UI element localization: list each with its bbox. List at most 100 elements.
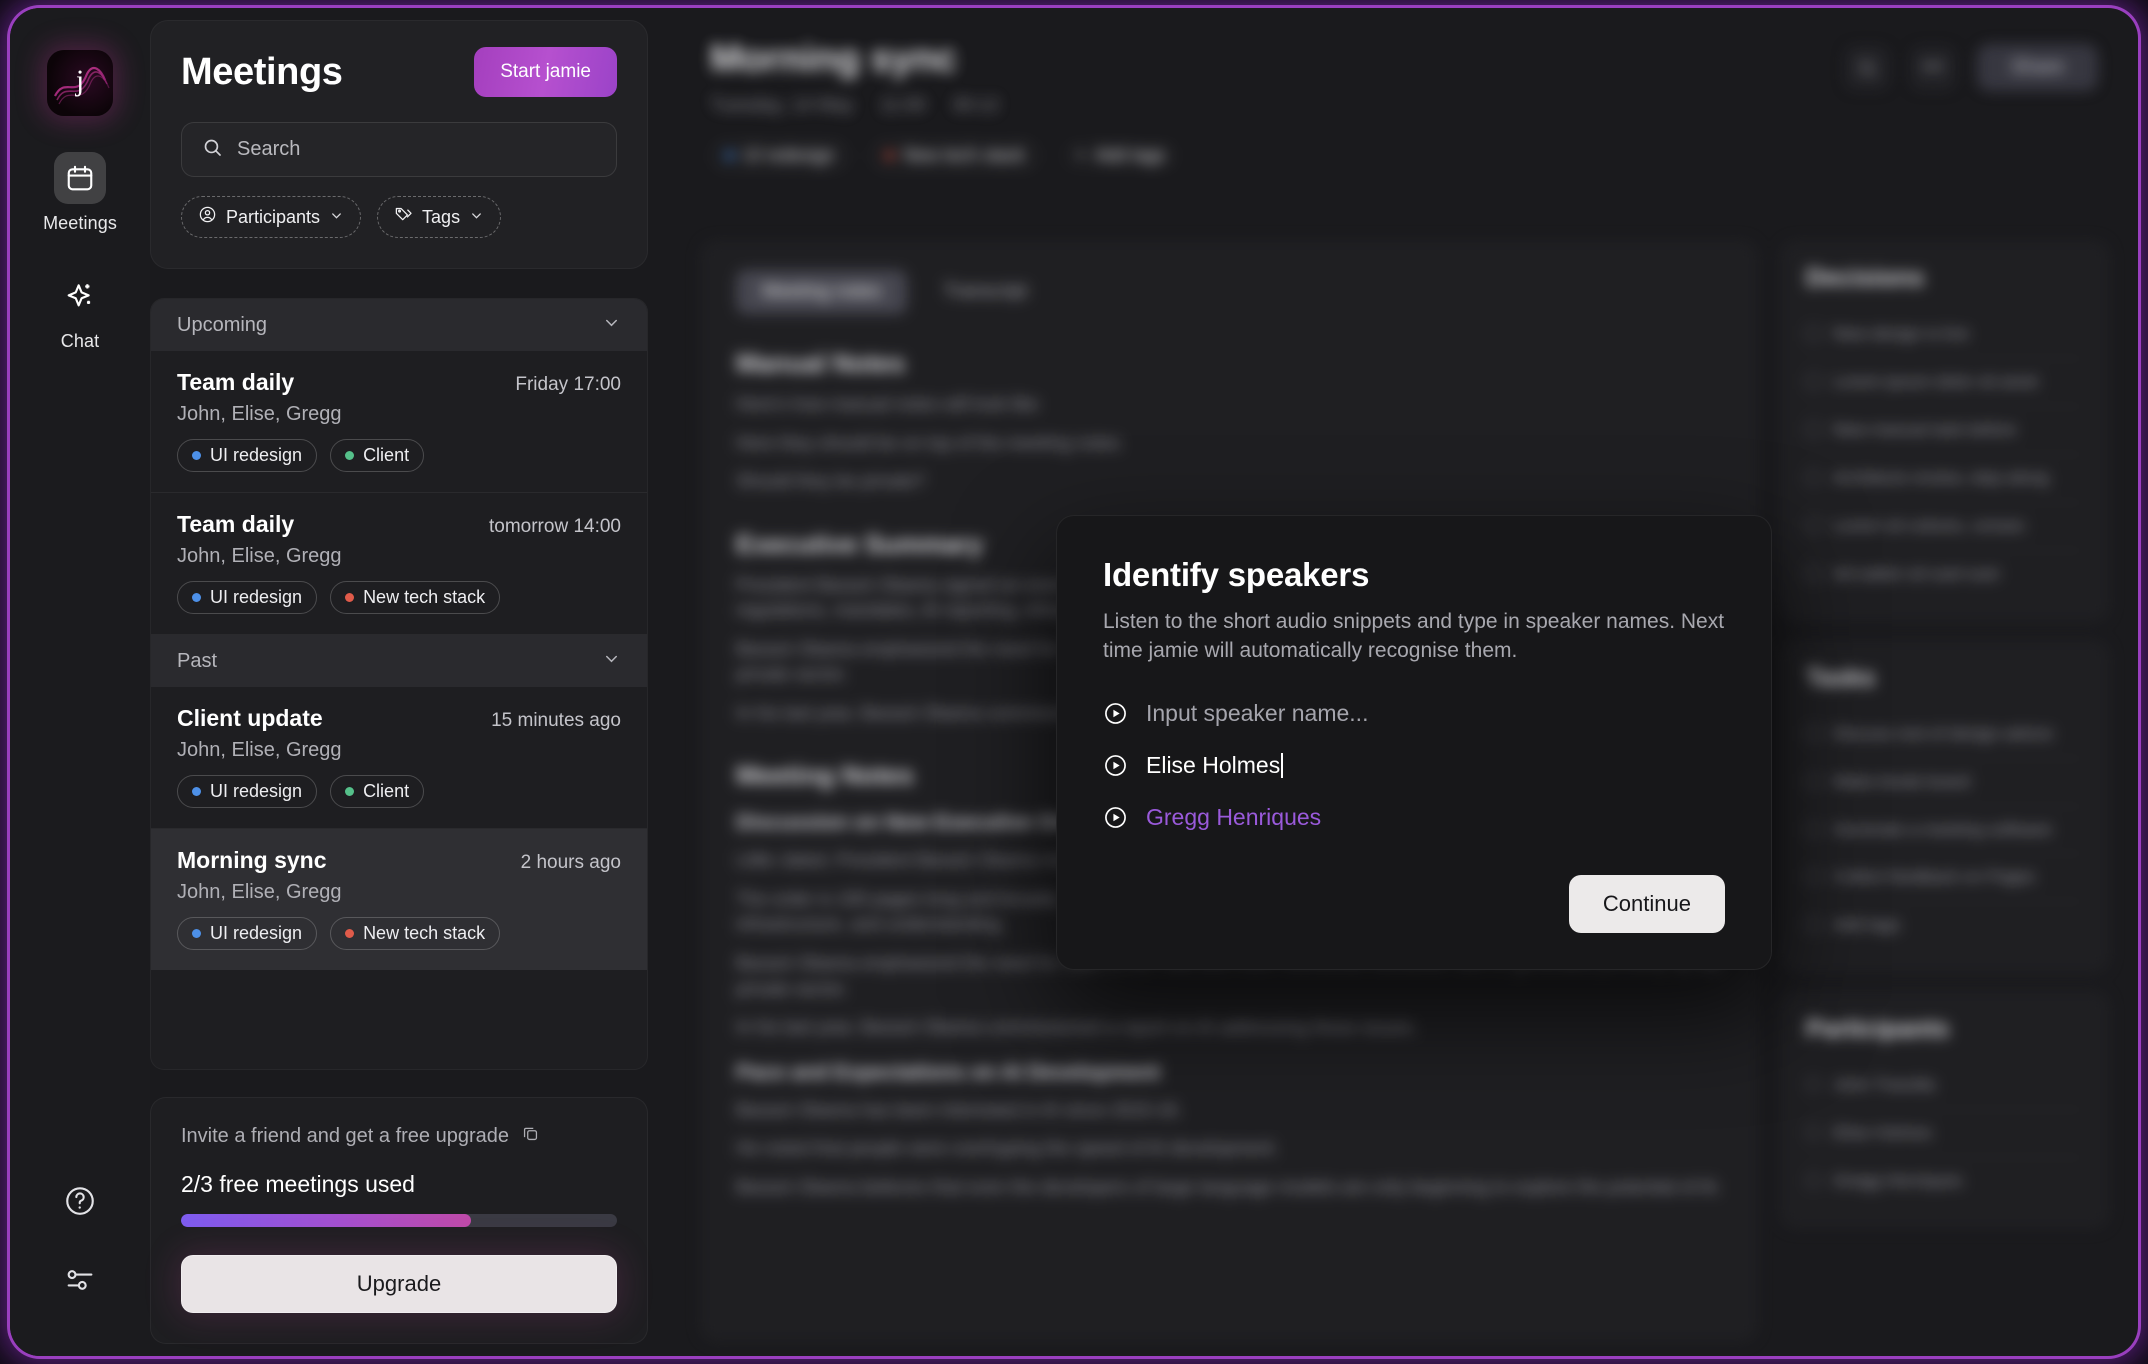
meeting-tags: UI redesign New tech stack	[177, 581, 621, 614]
list-item[interactable]: Collect feedback on Pages	[1806, 854, 2084, 903]
meeting-time: 2 hours ago	[520, 852, 621, 873]
speaker-name-input[interactable]: Elise Holmes	[1146, 752, 1280, 778]
checkbox-icon[interactable]	[1806, 373, 1821, 389]
checkbox-icon[interactable]	[1806, 869, 1821, 885]
checkbox-icon[interactable]	[1806, 565, 1821, 581]
more-horizontal-icon[interactable]: •••	[1910, 45, 1955, 90]
tag-chip[interactable]: UI redesign	[177, 917, 318, 950]
group-header-upcoming[interactable]: Upcoming	[151, 299, 647, 351]
tag-label: Client	[363, 445, 410, 465]
user-circle-icon	[198, 205, 217, 229]
upgrade-button[interactable]: Upgrade	[181, 1255, 617, 1313]
group-header-past[interactable]: Past	[151, 635, 647, 687]
meeting-participants: John, Elise, Gregg	[177, 403, 342, 425]
checkbox-icon[interactable]	[1806, 517, 1821, 533]
speaker-name-input[interactable]: Input speaker name...	[1146, 700, 1368, 727]
help-circle-icon[interactable]	[63, 1184, 97, 1223]
checkbox-icon[interactable]	[1806, 725, 1821, 741]
notes-subsection-title: Pace and Expectations on AI Development	[736, 1060, 1160, 1084]
meeting-participants: John, Elise, Gregg	[177, 881, 342, 903]
tag-dot	[725, 151, 734, 160]
filter-participants[interactable]: Participants	[181, 196, 362, 238]
list-item[interactable]: Elise Holmes	[1103, 752, 1725, 779]
filter-label: Participants	[226, 206, 321, 227]
list-item[interactable]: Ad saiten sit suet suer	[1806, 551, 2084, 598]
continue-button[interactable]: Continue	[1568, 874, 1725, 933]
table-row[interactable]: Morning sync 2 hours ago John, Elise, Gr…	[151, 829, 647, 970]
list-item-label: Lorem sit colores, consec	[1833, 515, 2026, 535]
checkbox-icon[interactable]	[1806, 773, 1821, 789]
speaker-name-input[interactable]: Gregg Henriques	[1146, 804, 1321, 831]
list-item[interactable]: Lorem sit colores, consec	[1806, 503, 2084, 551]
avatar	[1806, 1125, 1821, 1141]
filter-row: Participants Tags	[181, 196, 617, 238]
sidebar-item-label: Chat	[60, 331, 100, 351]
table-row[interactable]: Team daily tomorrow 14:00 John, Elise, G…	[151, 493, 647, 635]
tab-meeting-notes[interactable]: Meeting notes	[736, 270, 908, 314]
group-label: Upcoming	[177, 313, 268, 336]
search-input[interactable]	[237, 138, 596, 161]
chevron-down-icon	[329, 207, 344, 228]
list-item[interactable]: New manual task before	[1806, 407, 2084, 455]
list-item-label: Add tags	[1833, 915, 1901, 935]
start-jamie-button[interactable]: Start jamie	[474, 47, 617, 97]
list-item-label: New manual task before	[1833, 419, 2017, 439]
invite-label: Invite a friend and get a free upgrade	[181, 1125, 510, 1147]
tag-chip[interactable]: New tech stack	[330, 581, 501, 614]
play-circle-icon[interactable]	[1103, 805, 1128, 830]
usage-text: 2/3 free meetings used	[181, 1171, 415, 1197]
list-item[interactable]: Input speaker name...	[1103, 700, 1725, 727]
tags-icon	[394, 205, 413, 229]
list-item[interactable]: Discuss rest of design advice	[1806, 711, 2084, 759]
list-item[interactable]: Architects review, step along	[1806, 455, 2084, 503]
filter-tags[interactable]: Tags	[377, 196, 502, 238]
list-item[interactable]: Add tags	[1806, 902, 2084, 949]
tag-chip[interactable]: UI redesign	[177, 775, 318, 808]
table-row[interactable]: Team daily Friday 17:00 John, Elise, Gre…	[151, 351, 647, 493]
tag-chip[interactable]: Client	[330, 439, 425, 472]
checkbox-icon[interactable]	[1806, 421, 1821, 437]
search-icon[interactable]	[1844, 45, 1889, 90]
checkbox-icon[interactable]	[1806, 821, 1821, 837]
search-box[interactable]	[181, 122, 617, 177]
tab-transcript[interactable]: Transcript	[917, 270, 1053, 314]
sidebar-item-chat[interactable]: Chat	[32, 270, 128, 352]
share-button[interactable]: Share	[1976, 44, 2098, 91]
tag-chip[interactable]: UI redesign	[710, 139, 851, 172]
tag-chip[interactable]: Client	[330, 775, 425, 808]
tag-chip[interactable]: UI redesign	[177, 439, 318, 472]
card-title: Tasks	[1806, 663, 1876, 692]
copy-icon[interactable]	[521, 1124, 540, 1149]
add-tag-chip[interactable]: + Add tags	[1060, 139, 1181, 172]
tag-dot	[192, 451, 201, 460]
tag-dot	[192, 929, 201, 938]
meeting-side-panels: Decisions New design is live Lorem ipsum…	[1780, 240, 2110, 1342]
invite-friend-row[interactable]: Invite a friend and get a free upgrade	[181, 1124, 617, 1149]
play-circle-icon[interactable]	[1103, 701, 1128, 726]
tag-chip[interactable]: New tech stack	[870, 139, 1041, 172]
notes-bullet: In his last year, Barack Obama commissio…	[736, 1017, 1418, 1038]
checkbox-icon[interactable]	[1806, 917, 1821, 933]
list-item[interactable]: Generate a meeting software	[1806, 807, 2084, 855]
list-item[interactable]: New design is live	[1806, 311, 2084, 359]
list-item[interactable]: Elise Holmes	[1806, 1110, 2084, 1159]
list-item[interactable]: John Travolta	[1806, 1062, 2084, 1111]
list-item[interactable]: Lorem ipsum dolor sit amet	[1806, 359, 2084, 407]
sidebar-item-meetings[interactable]: Meetings	[32, 152, 128, 234]
list-item[interactable]: Gregg Henriques	[1806, 1158, 2084, 1205]
tag-chip[interactable]: New tech stack	[330, 917, 501, 950]
list-item-label: Generate a meeting software	[1833, 819, 2053, 839]
nav-rail-bottom	[10, 1184, 150, 1302]
svg-text:j: j	[75, 64, 84, 97]
list-item-label: New design is live	[1833, 324, 1970, 343]
list-item[interactable]: Gregg Henriques	[1103, 804, 1725, 831]
speaker-name-field[interactable]: Elise Holmes	[1146, 752, 1284, 779]
play-circle-icon[interactable]	[1103, 753, 1128, 778]
checkbox-icon[interactable]	[1806, 469, 1821, 485]
checkbox-icon[interactable]	[1806, 326, 1821, 341]
tag-chip[interactable]: UI redesign	[177, 581, 318, 614]
settings-sliders-icon[interactable]	[63, 1263, 97, 1302]
list-item[interactable]: Make break board	[1806, 759, 2084, 807]
app-logo[interactable]: j	[47, 50, 113, 116]
table-row[interactable]: Client update 15 minutes ago John, Elise…	[151, 687, 647, 829]
